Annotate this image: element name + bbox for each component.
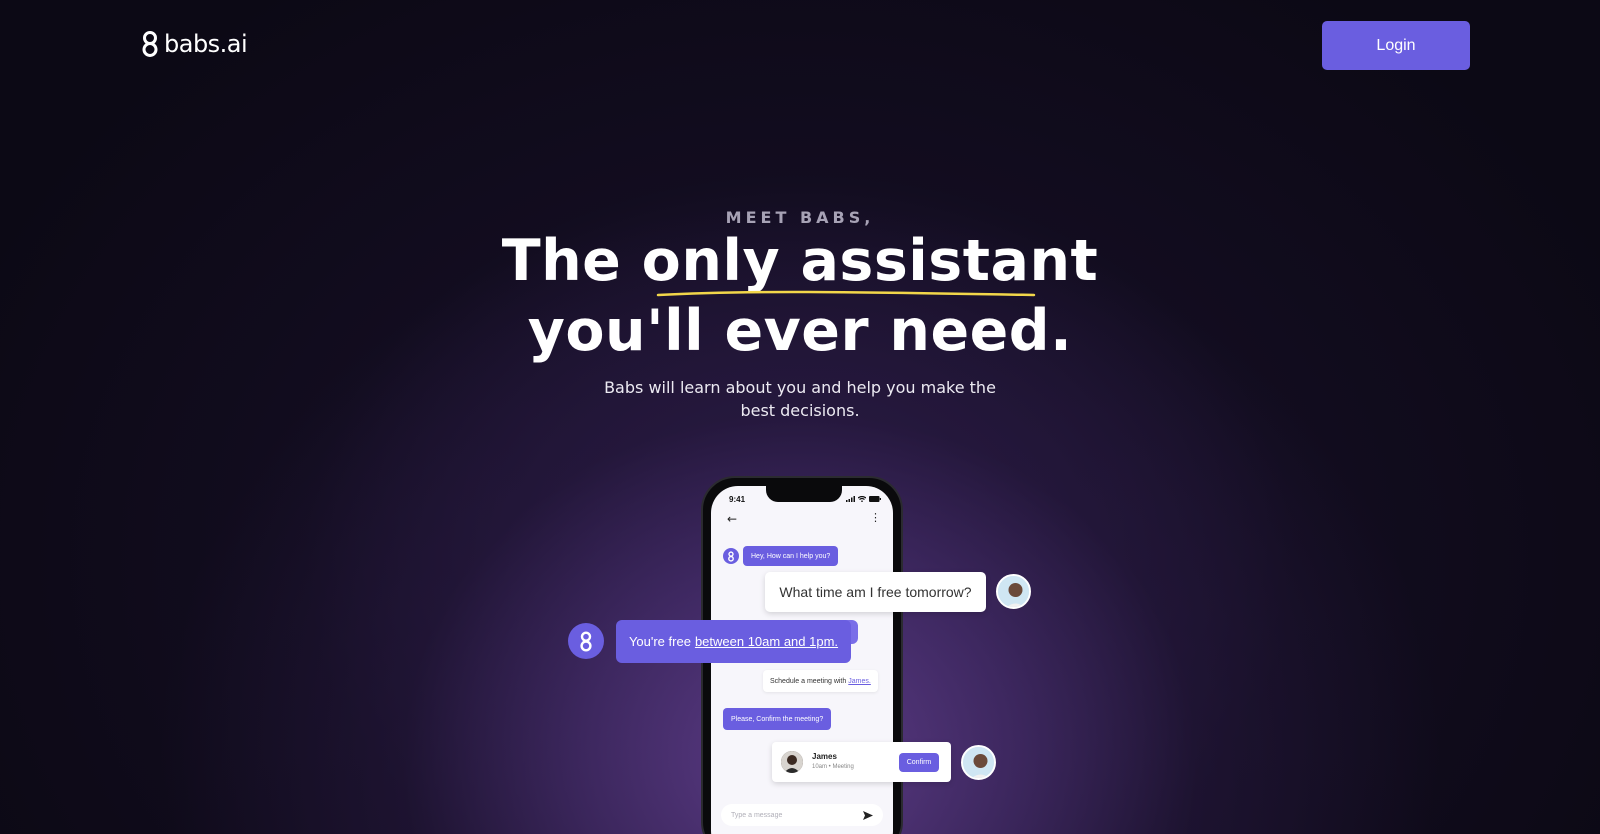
babs-avatar-large: [568, 623, 604, 659]
hero-eyebrow: MEET BABS,: [725, 208, 875, 227]
babs-logo-icon: [728, 550, 734, 562]
signal-icon: [846, 496, 855, 502]
hero-subtitle: Babs will learn about you and help you m…: [604, 378, 996, 420]
answer-bubble: You're free between 10am and 1pm.: [616, 620, 851, 663]
headline-highlight-wrap: only assistant: [641, 226, 1099, 297]
more-icon[interactable]: ⋮: [870, 512, 881, 524]
battery-icon: [869, 496, 881, 502]
babs-logo-icon: [580, 631, 592, 651]
headline-prefix: The: [501, 228, 642, 294]
answer-link[interactable]: between 10am and 1pm.: [695, 634, 838, 649]
meeting-name: James: [812, 752, 837, 761]
greeting-bubble: Hey, How can I help you?: [743, 546, 839, 566]
headline-highlight: only assistant: [641, 228, 1099, 294]
meeting-subtitle: 10am • Meeting: [812, 764, 854, 770]
user-avatar-secondary: [961, 745, 996, 780]
answer-prefix: You're free: [628, 634, 691, 649]
status-icons: [846, 496, 881, 502]
schedule-text: Schedule a meeting with: [770, 677, 847, 685]
logo-text: babs.ai: [164, 30, 248, 58]
hero-headline: The only assistant you'll ever need.: [0, 226, 1600, 366]
status-time: 9:41: [729, 495, 746, 504]
highlight-underline-icon: [656, 290, 1035, 297]
james-avatar-icon: [781, 751, 803, 773]
schedule-link[interactable]: James.: [848, 678, 871, 685]
message-input-placeholder: Type a message: [731, 811, 783, 819]
back-arrow-icon[interactable]: ←: [727, 512, 737, 526]
babs-logo-icon: [142, 31, 158, 57]
confirm-prompt-bubble: Please, Confirm the meeting?: [723, 708, 832, 730]
confirm-button[interactable]: Confirm: [899, 753, 939, 772]
schedule-bubble: Schedule a meeting with James.: [763, 670, 878, 692]
user-avatar: [996, 574, 1031, 609]
james-avatar: [781, 751, 803, 773]
send-icon[interactable]: [863, 810, 873, 820]
headline-line-1: The only assistant: [0, 226, 1600, 297]
logo[interactable]: babs.ai: [140, 30, 248, 58]
login-button[interactable]: Login: [1322, 21, 1470, 70]
message-input[interactable]: Type a message: [721, 804, 883, 826]
phone-notch: [766, 486, 842, 502]
meeting-card: James 10am • Meeting Confirm: [772, 742, 951, 782]
wifi-icon: [858, 496, 866, 502]
headline-line-2: you'll ever need.: [527, 298, 1073, 364]
babs-avatar-small: [723, 548, 739, 564]
question-bubble: What time am I free tomorrow?: [765, 572, 986, 612]
